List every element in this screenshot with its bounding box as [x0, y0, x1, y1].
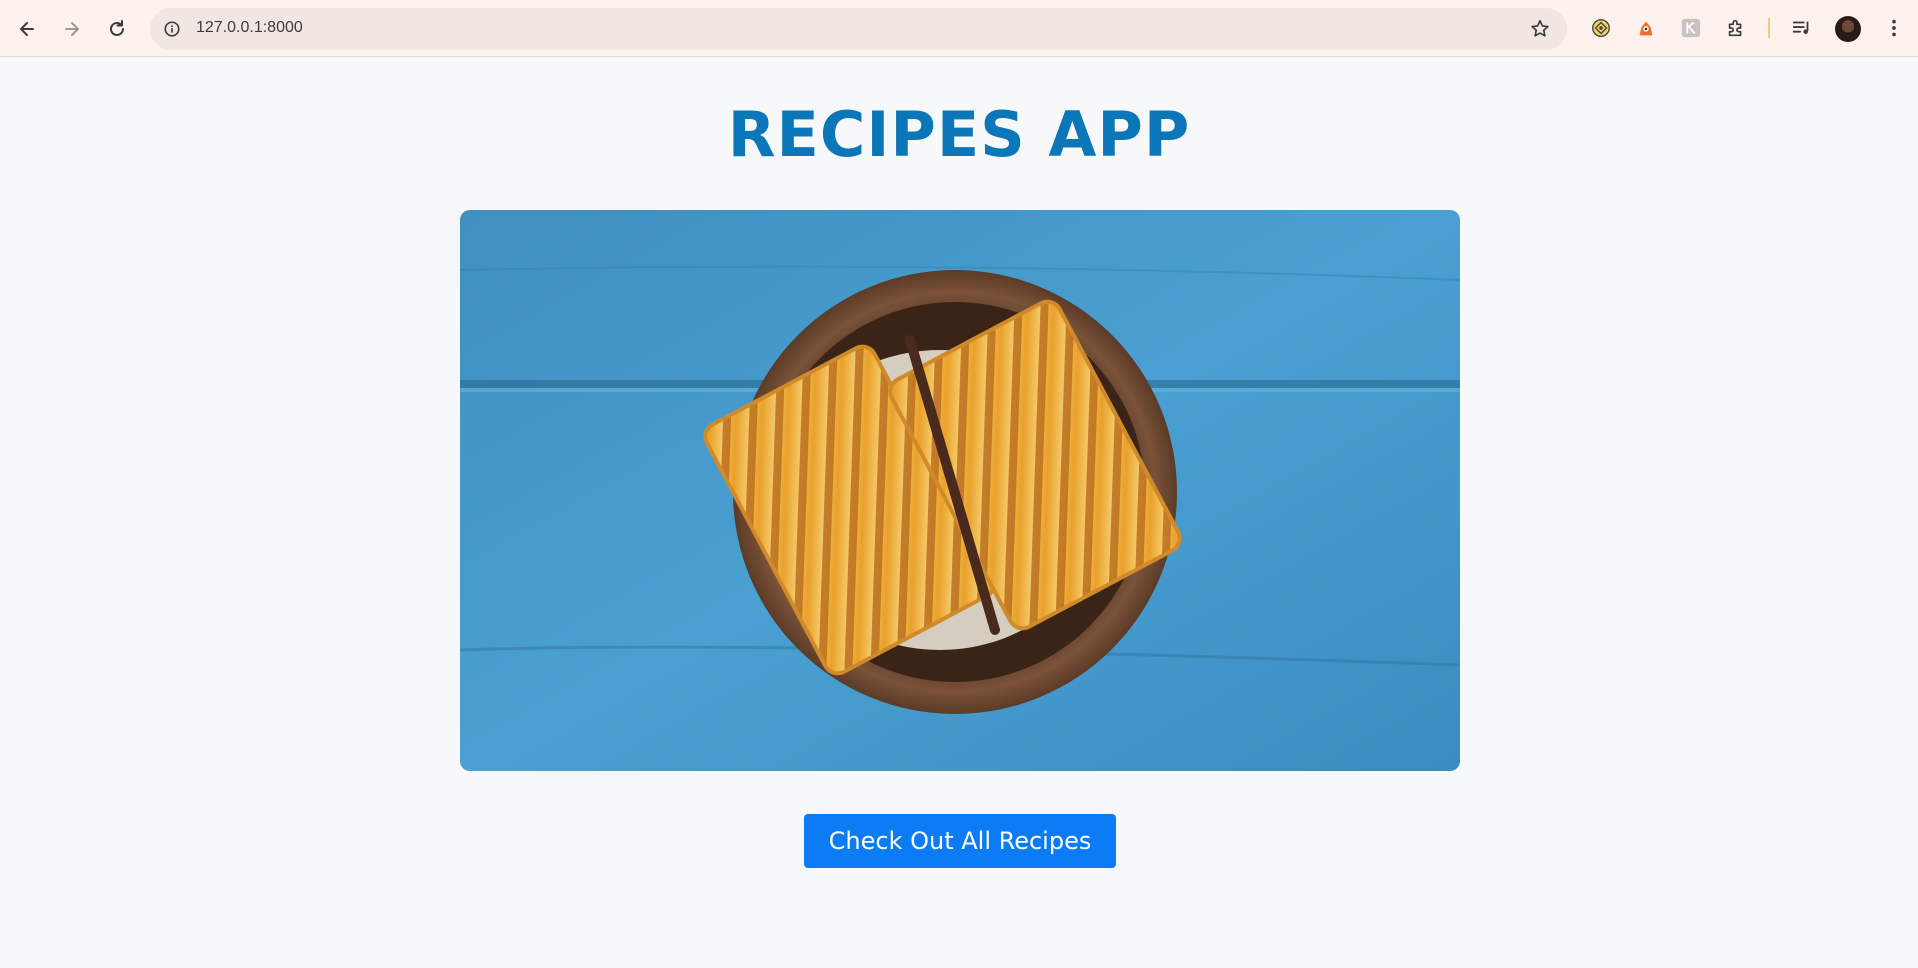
arrow-left-icon — [20, 22, 34, 36]
more-vert-icon[interactable] — [1882, 16, 1906, 40]
profile-avatar[interactable] — [1835, 16, 1861, 42]
toolbar-divider — [1768, 18, 1770, 38]
page-title: RECIPES APP — [727, 98, 1191, 171]
puzzle-icon[interactable] — [1724, 16, 1748, 40]
browser-toolbar: 127.0.0.1:8000 — [0, 0, 1918, 57]
extension-grey-icon[interactable] — [1679, 16, 1703, 40]
forward-button[interactable] — [53, 10, 91, 48]
back-button[interactable] — [8, 10, 46, 48]
arrow-right-icon — [65, 22, 79, 36]
reload-button[interactable] — [98, 10, 136, 48]
url-text: 127.0.0.1:8000 — [196, 19, 303, 36]
hero-image — [460, 210, 1460, 771]
extension-lens-icon[interactable] — [1589, 16, 1613, 40]
reload-icon — [110, 20, 124, 36]
info-icon[interactable] — [160, 17, 184, 41]
star-icon[interactable] — [1529, 18, 1551, 40]
media-queue-icon[interactable] — [1790, 16, 1814, 40]
extension-fox-icon[interactable] — [1634, 16, 1658, 40]
check-out-recipes-button[interactable]: Check Out All Recipes — [804, 814, 1116, 868]
address-bar[interactable]: 127.0.0.1:8000 — [150, 8, 1567, 50]
